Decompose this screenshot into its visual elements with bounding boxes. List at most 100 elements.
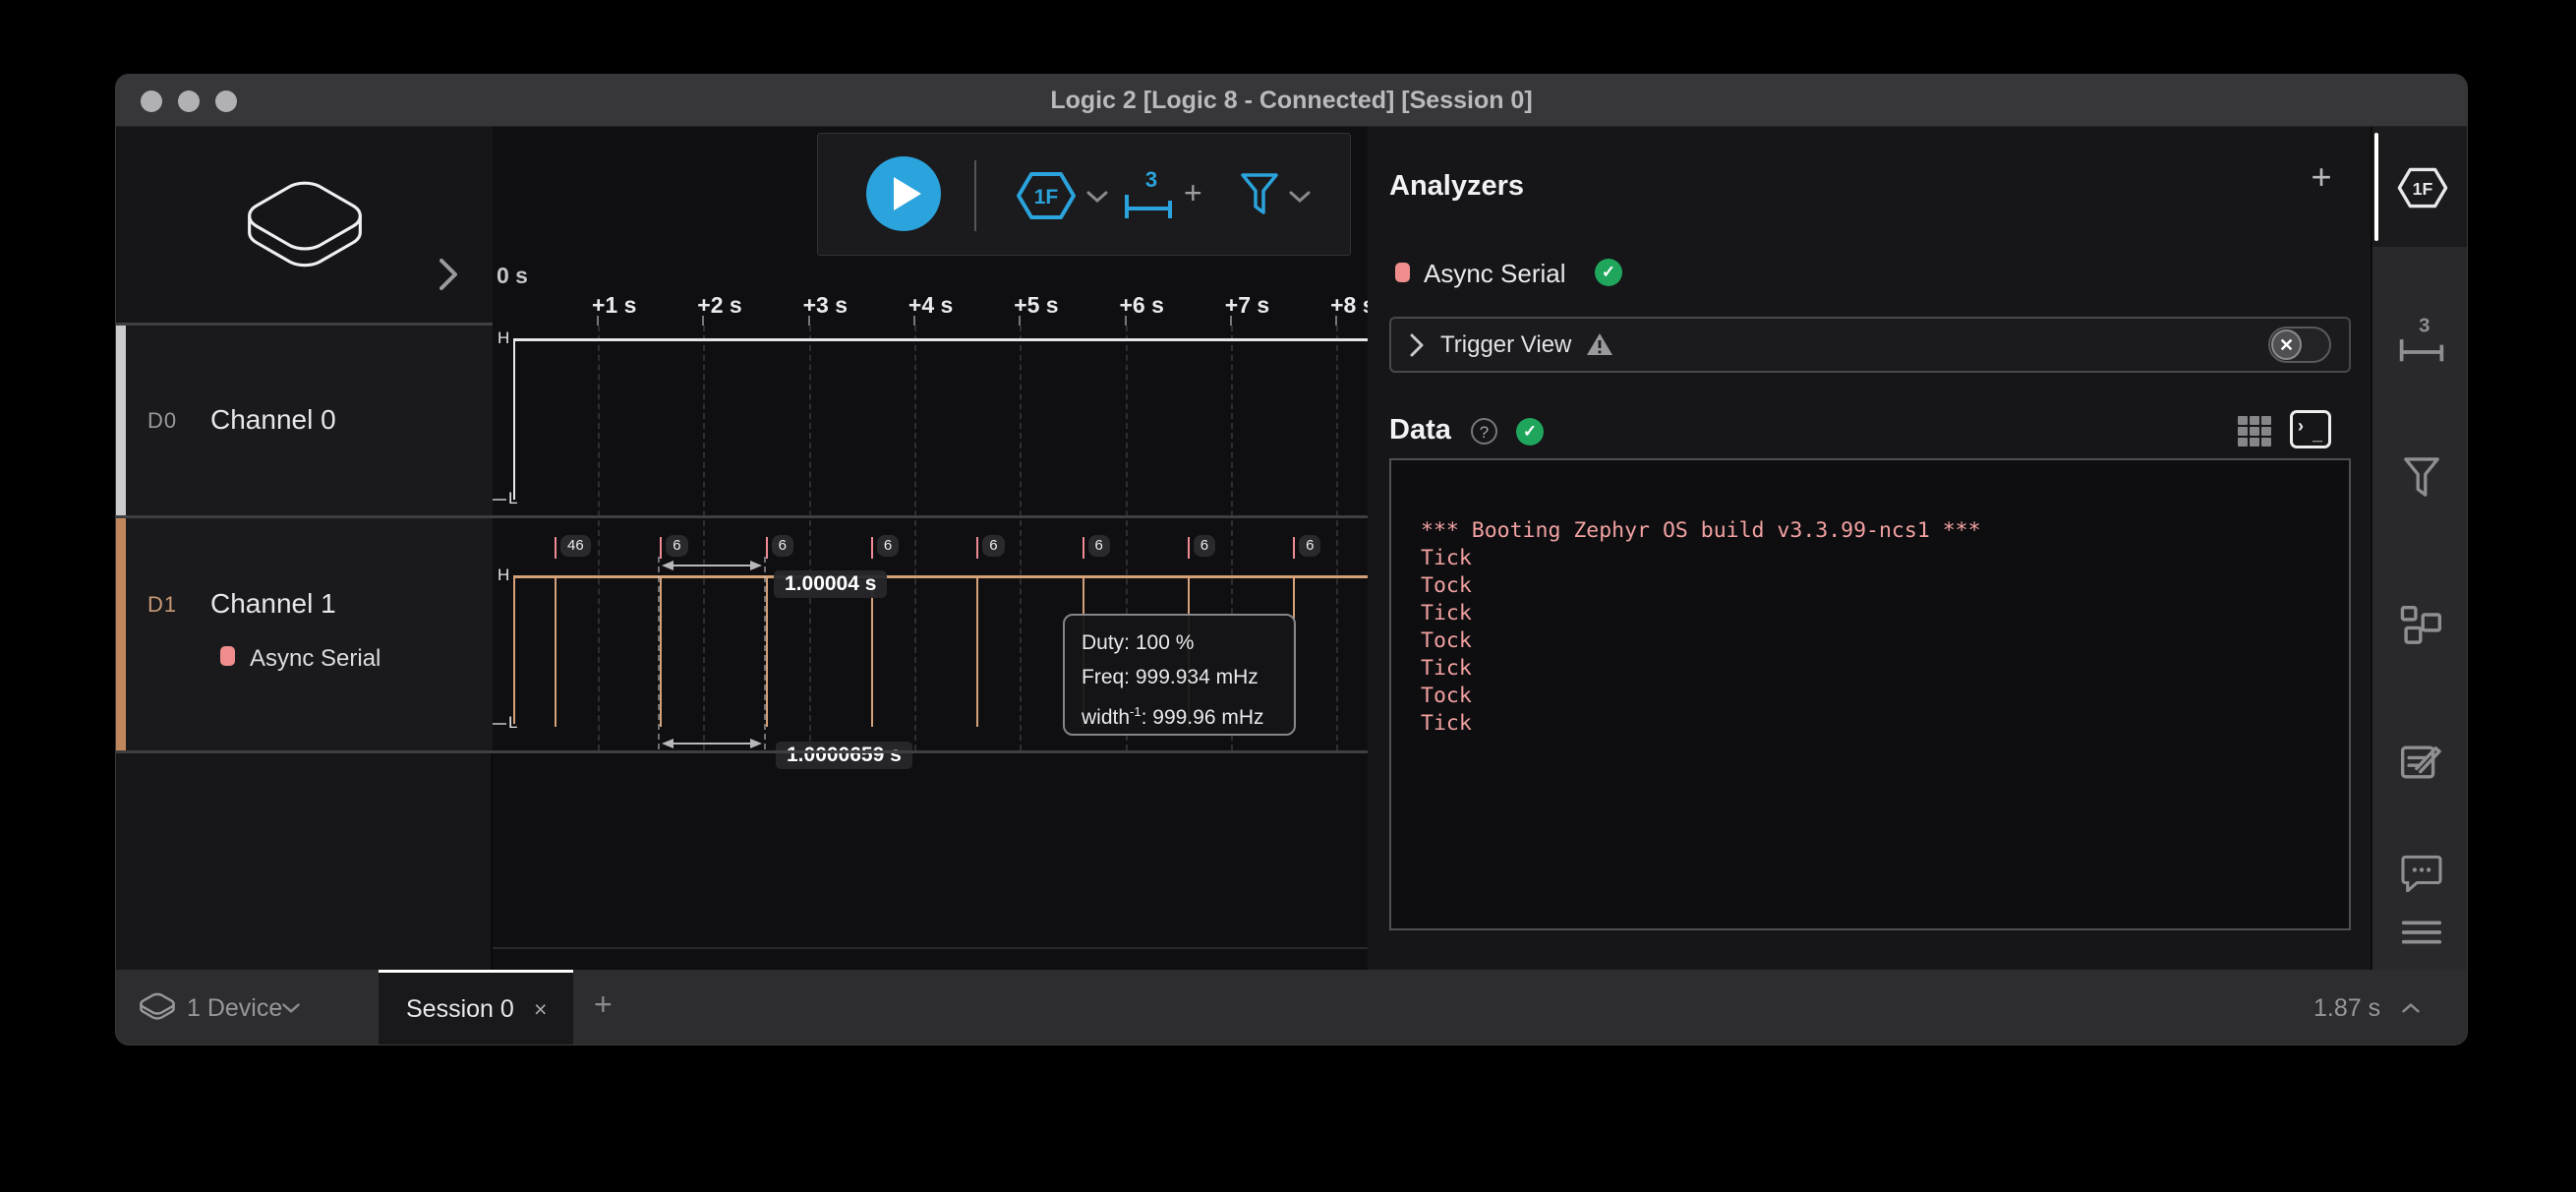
edge-count-badge[interactable]: 46 <box>560 535 591 557</box>
timeline-tick-mark <box>1125 316 1127 326</box>
terminal-view-icon[interactable]: ›_ <box>2290 410 2331 448</box>
row-separator <box>116 515 1368 518</box>
add-analyzer-button[interactable]: + <box>2302 156 2341 198</box>
chevron-down-icon[interactable] <box>1288 190 1312 204</box>
device-panel[interactable] <box>116 127 493 323</box>
trigger-view-row[interactable]: Trigger View ✕ <box>1389 317 2351 373</box>
app-window: Logic 2 [Logic 8 - Connected] [Session 0… <box>115 74 2468 1045</box>
ch1-signal-edge <box>513 576 515 724</box>
channel1-accent-bar <box>116 517 126 750</box>
timeline-tick-mark <box>808 316 810 326</box>
edge-count-badge[interactable]: 6 <box>982 535 1004 557</box>
ch1-low-label: L <box>508 713 517 733</box>
signal-pulse <box>660 576 662 727</box>
device-count-label: 1 Device <box>187 994 282 1023</box>
toggle-knob-off: ✕ <box>2271 329 2302 360</box>
device-tab-active[interactable]: 1F <box>2372 127 2468 247</box>
feedback-tab[interactable] <box>2372 855 2468 892</box>
measure-duration-top: 1.00004 s <box>774 570 887 598</box>
active-indicator <box>2374 133 2378 241</box>
analyzer-ok-icon: ✓ <box>1595 259 1622 286</box>
edge-count-badge[interactable]: 6 <box>877 535 899 557</box>
close-session-icon[interactable]: × <box>534 996 547 1023</box>
timeline-tick-label: +2 s <box>697 292 741 319</box>
filter-funnel-icon[interactable] <box>1239 171 1280 218</box>
extensions-tab[interactable] <box>2372 605 2468 646</box>
svg-text:1F: 1F <box>1034 186 1059 209</box>
serial-frame-marker <box>1188 537 1190 559</box>
measure-arrow-bottom <box>660 738 764 749</box>
main-content: D0 Channel 0 D1 Channel 1 Async Serial <box>116 127 2468 970</box>
trigger-view-label: Trigger View <box>1440 331 1571 359</box>
ch0-low-tick <box>493 499 506 501</box>
desktop: Logic 2 [Logic 8 - Connected] [Session 0… <box>0 0 2576 1192</box>
help-icon[interactable]: ? <box>1471 418 1497 445</box>
logic-device-icon <box>236 179 374 273</box>
device-hexagon-icon[interactable]: 1F <box>2396 165 2449 210</box>
start-capture-button[interactable] <box>866 156 941 231</box>
waveform-area[interactable]: 1F 3 + <box>493 127 1368 970</box>
edge-count-badge[interactable]: 6 <box>1299 535 1320 557</box>
serial-frame-marker <box>555 537 556 559</box>
channel0-accent-bar <box>116 326 126 515</box>
serial-frame-marker <box>871 537 873 559</box>
measurements-icon[interactable]: 3 <box>1121 169 1176 222</box>
filter-tab[interactable] <box>2372 455 2468 501</box>
chevron-right-icon[interactable] <box>1409 332 1425 358</box>
device-selector-hexagon-icon[interactable]: 1F <box>1015 170 1078 221</box>
warning-icon <box>1585 331 1614 358</box>
capture-duration[interactable]: 1.87 s <box>2313 994 2421 1023</box>
session-tab-label: Session 0 <box>406 995 514 1024</box>
signal-pulse <box>555 576 556 727</box>
timeline-tick-mark <box>702 316 704 326</box>
notes-tab[interactable] <box>2372 743 2468 782</box>
tooltip-width: width-1: 999.96 mHz <box>1082 694 1277 735</box>
edge-count-badge[interactable]: 6 <box>1088 535 1110 557</box>
analyzer-color-dot <box>1395 263 1410 282</box>
measure-right-edge[interactable] <box>764 557 766 749</box>
channel-row-d1[interactable]: D1 Channel 1 Async Serial <box>116 517 493 750</box>
trigger-view-toggle[interactable]: ✕ <box>2268 327 2331 363</box>
edge-count-badge[interactable]: 6 <box>1194 535 1215 557</box>
analyzers-panel: Analyzers + Async Serial ✓ Trigger View <box>1368 127 2371 970</box>
gridline <box>1020 326 1022 750</box>
chevron-up-icon[interactable] <box>2401 1002 2421 1014</box>
play-icon <box>894 177 921 210</box>
timeline-tick-label: +5 s <box>1014 292 1058 319</box>
ch1-high-label: H <box>498 566 509 585</box>
right-icon-strip: 1F 3 <box>2371 127 2468 970</box>
measurements-tab[interactable]: 3 <box>2372 316 2468 365</box>
terminal-lines: *** Booting Zephyr OS build v3.3.99-ncs1… <box>1391 460 2349 738</box>
channel-row-d0[interactable]: D0 Channel 0 <box>116 326 493 515</box>
device-count-menu[interactable]: 1 Device <box>116 970 382 1045</box>
measure-left-edge[interactable] <box>658 557 660 749</box>
edge-count-badge[interactable]: 6 <box>772 535 793 557</box>
terminal-line: Tick <box>1421 545 2349 572</box>
svg-text:3: 3 <box>2419 316 2430 337</box>
edge-count-badge[interactable]: 6 <box>666 535 687 557</box>
timeline-tick-label: +6 s <box>1120 292 1164 319</box>
gridline <box>703 326 705 750</box>
ch0-high-label: H <box>498 328 509 348</box>
capture-toolbar: 1F 3 + <box>817 133 1351 256</box>
ch1-signal-high-line <box>513 575 1368 578</box>
menu-tab[interactable] <box>2372 919 2468 946</box>
serial-frame-marker <box>976 537 978 559</box>
channel1-analyzer-label: Async Serial <box>250 645 381 673</box>
data-ok-icon: ✓ <box>1516 418 1544 446</box>
add-measurement-button[interactable]: + <box>1184 175 1202 211</box>
new-session-button[interactable]: + <box>594 986 613 1023</box>
session-tab[interactable]: Session 0 × <box>379 970 573 1045</box>
table-view-icon[interactable] <box>2236 414 2273 449</box>
chevron-right-icon[interactable] <box>436 255 461 294</box>
gridline <box>1336 326 1338 750</box>
timeline-tick-label: +3 s <box>803 292 848 319</box>
timeline-tick-mark <box>1230 316 1232 326</box>
chevron-down-icon[interactable] <box>1085 190 1109 204</box>
signal-pulse <box>871 576 873 727</box>
timeline-tick-mark <box>1335 316 1337 326</box>
channel-sidebar: D0 Channel 0 D1 Channel 1 Async Serial <box>116 127 493 970</box>
signal-pulse <box>976 576 978 727</box>
channel1-id: D1 <box>147 592 177 618</box>
terminal-line: Tock <box>1421 683 2349 710</box>
